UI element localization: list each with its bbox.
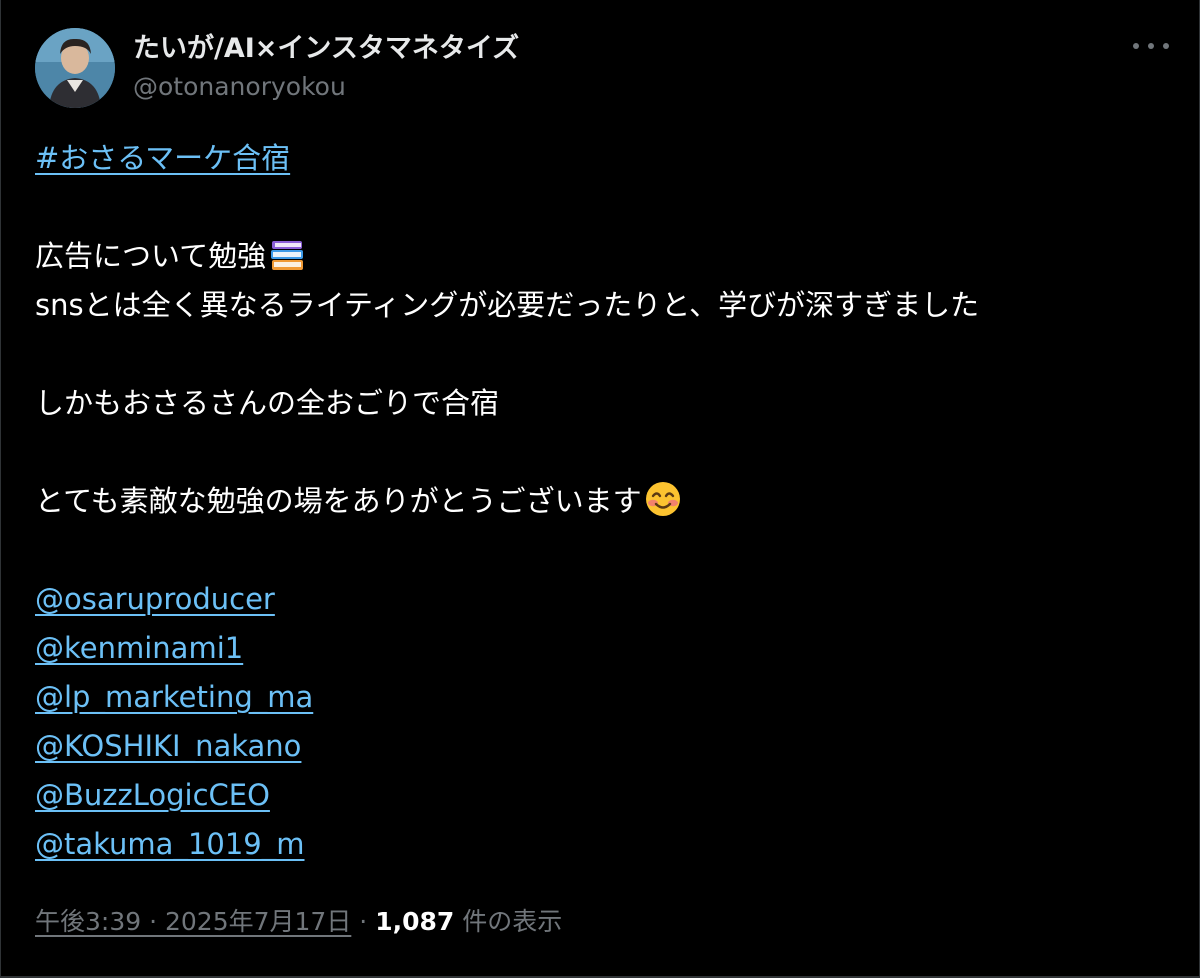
tweet-header: たいが/AI×インスタマネタイズ @otonanoryokou xyxy=(35,28,1175,108)
tweet-line: しかもおさるさんの全おごりで合宿 xyxy=(35,386,500,420)
mention-link[interactable]: @KOSHIKI_nakano xyxy=(35,729,301,763)
books-emoji-icon xyxy=(269,238,305,287)
tweet-text: #おさるマーケ合宿 広告について勉強 snsとは全く異なるライティングが必要だっ… xyxy=(35,134,1175,869)
mention-link[interactable]: @takuma_1019_m xyxy=(35,827,305,861)
dot xyxy=(1133,43,1139,49)
tweet-line: とても素敵な勉強の場をありがとうございます xyxy=(35,484,642,518)
mention-link[interactable]: @osaruproducer xyxy=(35,582,275,616)
author-names: たいが/AI×インスタマネタイズ @otonanoryokou xyxy=(133,32,519,104)
smiling-face-emoji-icon xyxy=(645,481,681,532)
user-avatar-icon xyxy=(35,28,115,108)
dot xyxy=(1163,43,1169,49)
hashtag-link[interactable]: #おさるマーケ合宿 xyxy=(35,141,290,175)
view-label: 件の表示 xyxy=(462,907,563,936)
tweet-meta: 午後3:39 · 2025年7月17日 · 1,087 件の表示 xyxy=(35,900,562,944)
view-count: 1,087 xyxy=(375,907,455,936)
tweet-line: 広告について勉強 xyxy=(35,239,267,273)
avatar[interactable] xyxy=(35,28,115,108)
mention-link[interactable]: @kenminami1 xyxy=(35,631,243,665)
more-options-icon[interactable] xyxy=(1133,34,1169,58)
author-handle[interactable]: @otonanoryokou xyxy=(133,70,519,104)
tweet-card: たいが/AI×インスタマネタイズ @otonanoryokou #おさるマーケ合… xyxy=(0,0,1200,978)
mention-link[interactable]: @BuzzLogicCEO xyxy=(35,778,270,812)
dot xyxy=(1148,43,1154,49)
meta-separator: · xyxy=(359,907,368,936)
mention-link[interactable]: @lp_marketing_ma xyxy=(35,680,313,714)
display-name[interactable]: たいが/AI×インスタマネタイズ xyxy=(133,32,519,66)
timestamp-link[interactable]: 午後3:39 · 2025年7月17日 xyxy=(35,907,351,936)
tweet-line: snsとは全く異なるライティングが必要だったりと、学びが深すぎました xyxy=(35,288,980,322)
